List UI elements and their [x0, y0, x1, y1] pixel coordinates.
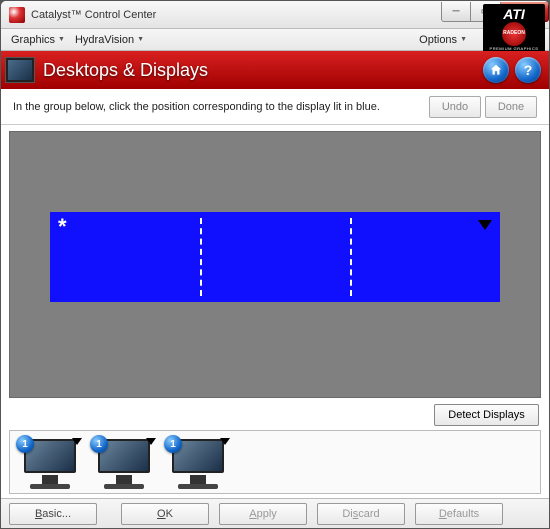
menu-hydravision[interactable]: HydraVision ▼: [71, 32, 148, 48]
display-thumb[interactable]: 1: [88, 435, 158, 489]
apply-button[interactable]: Apply: [219, 503, 307, 525]
minimize-button[interactable]: ─: [441, 2, 471, 22]
menu-graphics[interactable]: Graphics ▼: [7, 32, 69, 48]
brand-ati: ATI: [503, 7, 525, 21]
discard-button[interactable]: Discard: [317, 503, 405, 525]
app-icon: [9, 7, 25, 23]
display-badge: 1: [16, 435, 34, 453]
display-thumb[interactable]: 1: [162, 435, 232, 489]
ok-button[interactable]: OK: [121, 503, 209, 525]
divider-icon: [350, 218, 352, 296]
menu-bar: Graphics ▼ HydraVision ▼ Options ▼ ATI R…: [1, 29, 549, 51]
menu-label: Graphics: [11, 34, 55, 46]
chevron-down-icon[interactable]: [146, 438, 156, 445]
chevron-down-icon: ▼: [58, 36, 65, 43]
home-button[interactable]: [483, 57, 509, 83]
basic-button[interactable]: Basic...: [9, 503, 97, 525]
display-thumb[interactable]: 1: [14, 435, 84, 489]
display-badge: 1: [164, 435, 182, 453]
menu-options[interactable]: Options ▼: [415, 32, 471, 48]
menu-label: Options: [419, 34, 457, 46]
page-title: Desktops & Displays: [43, 60, 477, 81]
instruction-text: In the group below, click the position c…: [13, 101, 425, 113]
menu-label: HydraVision: [75, 34, 134, 46]
app-window: Catalyst™ Control Center ─ ▭ ✕ Graphics …: [0, 0, 550, 529]
defaults-button[interactable]: Defaults: [415, 503, 503, 525]
home-icon: [489, 63, 503, 77]
brand-premium: PREMIUM GRAPHICS: [490, 47, 539, 51]
window-title: Catalyst™ Control Center: [31, 9, 441, 21]
chevron-down-icon: ▼: [137, 36, 144, 43]
chevron-down-icon[interactable]: [72, 438, 82, 445]
detect-row: Detect Displays: [1, 402, 549, 428]
monitor-icon: [5, 57, 35, 83]
divider-icon: [200, 218, 202, 296]
detect-displays-button[interactable]: Detect Displays: [434, 404, 539, 426]
footer-bar: Basic... OK Apply Discard Defaults: [1, 498, 549, 528]
ati-logo: ATI RADEON PREMIUM GRAPHICS: [483, 4, 545, 54]
help-button[interactable]: ?: [515, 57, 541, 83]
brand-radeon: RADEON: [502, 22, 526, 46]
display-badge: 1: [90, 435, 108, 453]
undo-button[interactable]: Undo: [429, 96, 481, 118]
chevron-down-icon[interactable]: [220, 438, 230, 445]
header-bar: Desktops & Displays ?: [1, 51, 549, 89]
primary-marker: *: [58, 214, 67, 240]
title-bar[interactable]: Catalyst™ Control Center ─ ▭ ✕: [1, 1, 549, 29]
instruction-bar: In the group below, click the position c…: [1, 89, 549, 125]
chevron-down-icon: ▼: [460, 36, 467, 43]
display-group[interactable]: *: [50, 212, 500, 302]
display-thumbs: 1 1 1: [9, 430, 541, 494]
display-stage: *: [9, 131, 541, 398]
done-button[interactable]: Done: [485, 96, 537, 118]
menu-caret-icon[interactable]: [478, 220, 492, 230]
